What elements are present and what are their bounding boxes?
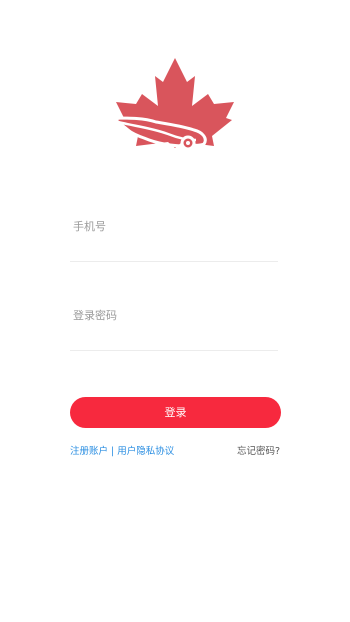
- account-links: 注册账户 | 用户隐私协议: [70, 445, 174, 459]
- password-input[interactable]: [73, 300, 273, 330]
- maple-leaf-car-icon: [110, 58, 234, 151]
- footer-links: 注册账户 | 用户隐私协议 忘记密码?: [70, 445, 280, 461]
- privacy-policy-link[interactable]: 用户隐私协议: [117, 446, 174, 457]
- phone-input[interactable]: [73, 211, 273, 241]
- forgot-password-link[interactable]: 忘记密码?: [237, 445, 280, 459]
- app-logo: [108, 56, 242, 166]
- login-button[interactable]: 登录: [70, 397, 281, 428]
- link-separator: |: [108, 446, 118, 457]
- phone-field: [70, 211, 278, 262]
- password-field: [70, 300, 278, 351]
- register-link[interactable]: 注册账户: [70, 446, 108, 457]
